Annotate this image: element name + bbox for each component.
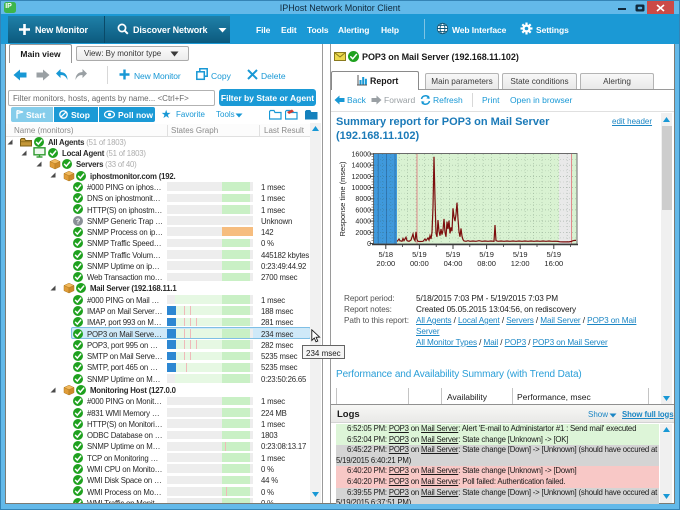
svg-text:2000: 2000: [355, 230, 371, 237]
svg-text:16000: 16000: [352, 152, 372, 159]
svg-text:5/19: 5/19: [546, 250, 561, 259]
svg-text:20:00: 20:00: [376, 259, 395, 268]
svg-text:04:00: 04:00: [444, 259, 463, 268]
svg-text:5/18: 5/18: [378, 250, 393, 259]
svg-text:5/19: 5/19: [412, 250, 427, 259]
svg-text:16:00: 16:00: [544, 259, 563, 268]
svg-text:5/19: 5/19: [513, 250, 528, 259]
svg-text:?: ?: [76, 216, 81, 225]
svg-text:4000: 4000: [355, 219, 371, 226]
svg-text:12000: 12000: [352, 174, 372, 181]
svg-text:14000: 14000: [352, 163, 372, 170]
svg-text:00:00: 00:00: [410, 259, 429, 268]
svg-text:8000: 8000: [355, 196, 371, 203]
svg-text:6000: 6000: [355, 207, 371, 214]
svg-text:0: 0: [367, 241, 371, 248]
svg-text:10000: 10000: [352, 185, 372, 192]
svg-text:5/19: 5/19: [479, 250, 494, 259]
svg-text:Response time (msec): Response time (msec): [338, 161, 347, 237]
svg-text:08:00: 08:00: [477, 259, 496, 268]
svg-text:5/19: 5/19: [446, 250, 461, 259]
svg-text:12:00: 12:00: [511, 259, 530, 268]
